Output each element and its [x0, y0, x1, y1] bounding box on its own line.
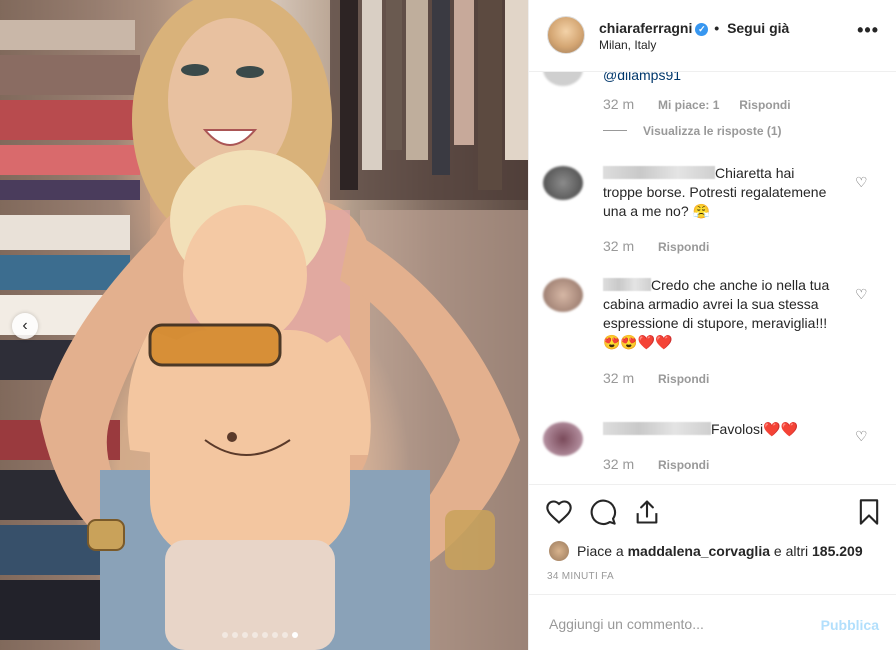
blurred-username[interactable]: [603, 422, 711, 435]
avatar[interactable]: [547, 16, 585, 54]
comment-like-heart-icon[interactable]: ♡: [855, 174, 869, 190]
carousel-dot-active: [292, 632, 298, 638]
carousel-indicator: [222, 632, 298, 638]
comment-avatar[interactable]: [543, 422, 583, 456]
likes-middle: e altri: [770, 543, 813, 559]
comment-avatar[interactable]: [543, 278, 583, 312]
carousel-dot: [222, 632, 228, 638]
watch: [87, 519, 125, 551]
comment-meta: 32 m Rispondi: [603, 238, 725, 254]
comment-like-heart-icon[interactable]: ♡: [855, 428, 869, 444]
comment-avatar[interactable]: [543, 72, 583, 86]
comment-item: Favolosi❤️❤️ ♡ 32 m Rispondi: [529, 420, 896, 480]
reply-button[interactable]: Rispondi: [658, 240, 709, 254]
comment-text-block: Favolosi❤️❤️: [603, 420, 833, 439]
comment-like-heart-icon[interactable]: ♡: [855, 286, 869, 302]
comment-avatar[interactable]: [543, 166, 583, 200]
post-header: chiaraferragni ✓ • Segui già Milan, Italy…: [529, 0, 896, 72]
likes-summary: Piace a maddalena_corvaglia e altri 185.…: [549, 541, 863, 561]
username-link[interactable]: chiaraferragni: [599, 20, 692, 36]
comments-list[interactable]: @dilamps91 32 m Mi piace: 1 Rispondi Vis…: [529, 72, 896, 484]
verified-badge-icon: ✓: [695, 23, 709, 36]
view-replies-label: Visualizza le risposte (1): [643, 124, 782, 138]
comment-time: 32 m: [603, 456, 635, 472]
post-time-ago[interactable]: 34 MINUTI FA: [547, 571, 614, 582]
publish-button[interactable]: Pubblica: [821, 617, 879, 633]
comment-time: 32 m: [603, 96, 635, 112]
blurred-username[interactable]: [603, 166, 715, 179]
comment-meta: 32 m Rispondi: [603, 370, 725, 386]
carousel-dot: [282, 632, 288, 638]
comment-text-block: Chiaretta hai troppe borse. Potresti reg…: [603, 164, 833, 221]
bookmark-icon[interactable]: [855, 498, 883, 526]
view-replies-button[interactable]: Visualizza le risposte (1): [603, 124, 782, 138]
likes-count[interactable]: 185.209: [812, 543, 863, 559]
reply-button[interactable]: Rispondi: [739, 98, 790, 112]
comment-item: Credo che anche io nella tua cabina arma…: [529, 276, 896, 396]
liker-username[interactable]: maddalena_corvaglia: [628, 543, 770, 559]
sunglasses: [148, 323, 282, 367]
blurred-username[interactable]: [603, 278, 651, 291]
comment-likes[interactable]: Mi piace: 1: [658, 98, 719, 112]
chevron-left-icon: ‹: [22, 317, 28, 334]
post-actions: Piace a maddalena_corvaglia e altri 185.…: [529, 484, 896, 595]
comment-time: 32 m: [603, 238, 635, 254]
add-comment-bar: Pubblica: [529, 594, 896, 651]
reply-button[interactable]: Rispondi: [658, 458, 709, 472]
comment-item: Chiaretta hai troppe borse. Potresti reg…: [529, 164, 896, 264]
reply-button[interactable]: Rispondi: [658, 372, 709, 386]
comment-text: Favolosi❤️❤️: [711, 421, 798, 437]
comment-text-block: Credo che anche io nella tua cabina arma…: [603, 276, 833, 352]
carousel-dot: [262, 632, 268, 638]
comment-mention[interactable]: @dilamps91: [603, 72, 833, 85]
likes-prefix: Piace a: [577, 543, 628, 559]
comment-item: @dilamps91 32 m Mi piace: 1 Rispondi Vis…: [529, 72, 896, 142]
carousel-prev-button[interactable]: ‹: [12, 313, 38, 339]
carousel-dot: [272, 632, 278, 638]
post-photo[interactable]: ‹: [0, 0, 528, 650]
separator-dot: •: [714, 20, 720, 36]
comment-meta: 32 m Rispondi: [603, 456, 725, 472]
liker-avatar[interactable]: [549, 541, 569, 561]
comment-meta: 32 m Mi piace: 1 Rispondi: [603, 96, 807, 112]
heart-icon[interactable]: [545, 498, 573, 526]
share-icon[interactable]: [633, 498, 661, 526]
comment-time: 32 m: [603, 370, 635, 386]
location-link[interactable]: Milan, Italy: [599, 38, 656, 52]
carousel-dot: [242, 632, 248, 638]
post-sidebar: chiaraferragni ✓ • Segui già Milan, Italy…: [528, 0, 896, 650]
header-user-line: chiaraferragni ✓ • Segui già: [599, 20, 789, 36]
comment-icon[interactable]: [589, 498, 617, 526]
follow-button[interactable]: Segui già: [727, 20, 789, 36]
more-options-icon[interactable]: •••: [857, 20, 879, 41]
photo-illustration: [0, 0, 528, 650]
carousel-dot: [232, 632, 238, 638]
add-comment-input[interactable]: [547, 615, 821, 633]
carousel-dot: [252, 632, 258, 638]
